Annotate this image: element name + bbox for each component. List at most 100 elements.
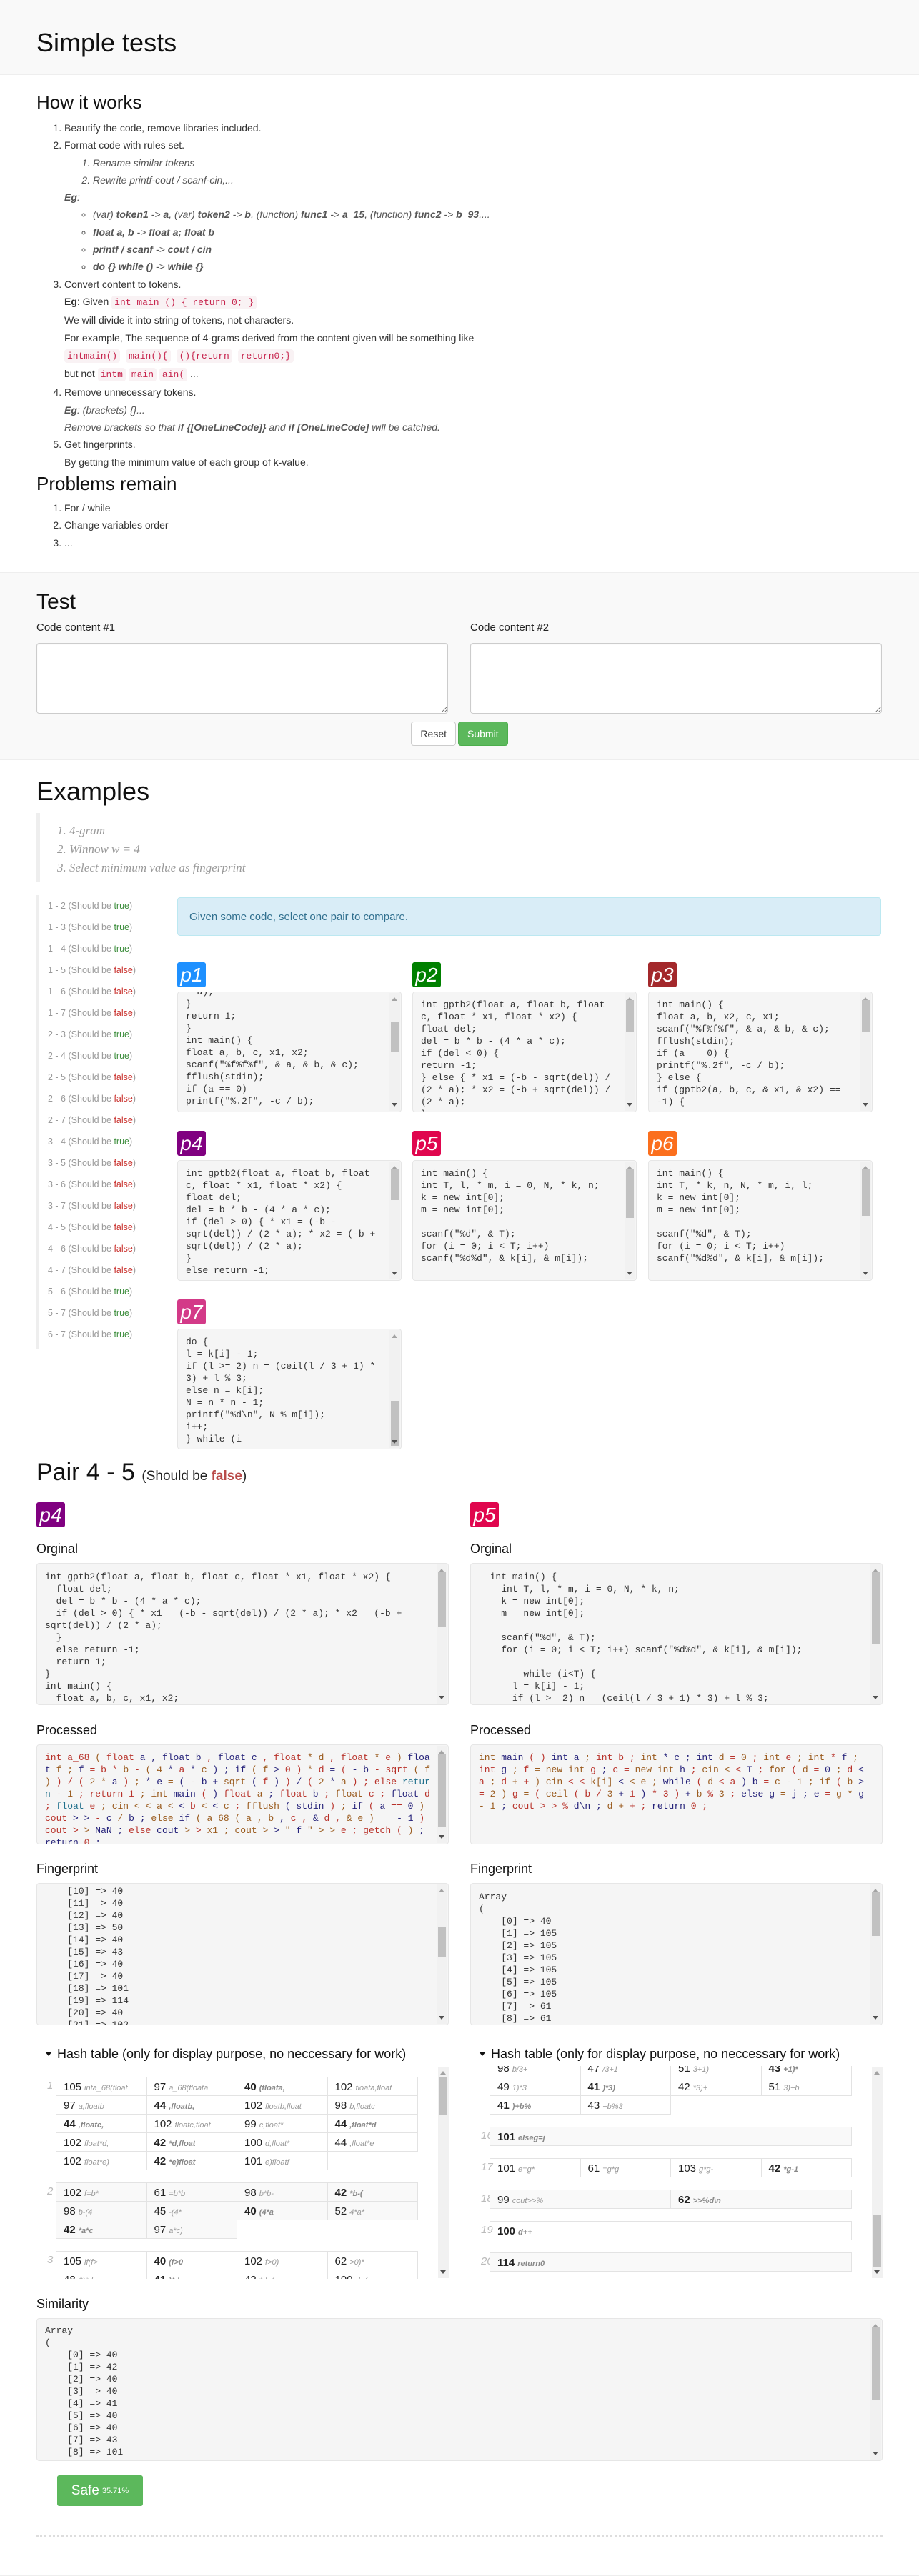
scroll-down-arrow-icon[interactable] <box>874 2270 880 2274</box>
scrollbar[interactable] <box>625 993 635 1111</box>
scrollbar-thumb[interactable] <box>872 2326 880 2400</box>
token: ( <box>835 1777 842 1787</box>
scrollbar-thumb[interactable] <box>872 1571 880 1644</box>
pair-link[interactable]: 1 - 7 (Should be false) <box>39 1002 167 1024</box>
code-content-2-input[interactable] <box>470 643 882 714</box>
scroll-up-arrow-icon[interactable] <box>440 2071 446 2075</box>
scroll-down-arrow-icon[interactable] <box>873 2016 878 2020</box>
snippet-label-p4[interactable]: p4 <box>177 1131 206 1156</box>
scroll-down-arrow-icon[interactable] <box>873 2452 878 2455</box>
scrollbar[interactable] <box>860 1162 871 1279</box>
scrollbar-thumb[interactable] <box>438 1753 446 1827</box>
scroll-up-arrow-icon[interactable] <box>392 1334 397 1338</box>
pair-link[interactable]: 3 - 6 (Should be false) <box>39 1174 167 1195</box>
scroll-down-arrow-icon[interactable] <box>873 1696 878 1699</box>
scroll-up-arrow-icon[interactable] <box>392 997 397 1001</box>
caret-down-icon[interactable] <box>45 2052 52 2056</box>
pair-link[interactable]: 6 - 7 (Should be true) <box>39 1324 167 1345</box>
scroll-down-arrow-icon[interactable] <box>439 2016 444 2020</box>
scrollbar[interactable] <box>438 2067 449 2278</box>
pair-link[interactable]: 4 - 7 (Should be false) <box>39 1259 167 1281</box>
scrollbar-thumb[interactable] <box>872 1891 880 1937</box>
scrollbar[interactable] <box>872 2067 883 2278</box>
scroll-down-arrow-icon[interactable] <box>440 2270 446 2274</box>
scrollbar[interactable] <box>389 1162 400 1279</box>
scrollbar-thumb[interactable] <box>626 999 634 1032</box>
pair-link[interactable]: 2 - 6 (Should be false) <box>39 1088 167 1109</box>
scrollbar-thumb[interactable] <box>626 1168 634 1219</box>
hash-value: 42 <box>768 2162 781 2175</box>
hash-cell-fingerprint: 44 ,floatb, <box>146 2096 237 2115</box>
text-segment: Eg <box>64 295 77 307</box>
token: ( <box>145 1764 151 1775</box>
pair-link[interactable]: 1 - 2 (Should be true) <box>39 895 167 917</box>
pair-link[interactable]: 2 - 7 (Should be false) <box>39 1109 167 1131</box>
scrollbar[interactable] <box>437 1884 447 2024</box>
hash-group: 3105if(f>40(f>0102f>0)62>0)*480)*d41)*d=… <box>36 2251 449 2279</box>
scroll-down-arrow-icon[interactable] <box>627 1272 632 1275</box>
token: ; <box>139 1789 146 1799</box>
scroll-down-arrow-icon[interactable] <box>392 1440 397 1444</box>
scroll-down-arrow-icon[interactable] <box>439 1696 444 1699</box>
scrollbar-thumb[interactable] <box>438 1571 446 1627</box>
scrollbar-thumb[interactable] <box>873 2215 881 2268</box>
pair-link[interactable]: 5 - 6 (Should be true) <box>39 1281 167 1302</box>
scroll-down-arrow-icon[interactable] <box>392 1103 397 1107</box>
pair-link[interactable]: 3 - 7 (Should be false) <box>39 1195 167 1217</box>
scroll-down-arrow-icon[interactable] <box>627 1103 632 1107</box>
submit-button[interactable]: Submit <box>458 722 508 746</box>
scrollbar[interactable] <box>870 1564 881 1704</box>
snippet-label-p6[interactable]: p6 <box>648 1131 677 1156</box>
code-content-1-input[interactable] <box>36 643 448 714</box>
gram-text: 3)+b <box>783 2084 800 2092</box>
snippet-label-p1[interactable]: p1 <box>177 962 206 987</box>
scrollbar-thumb[interactable] <box>862 1168 870 1216</box>
pair-link[interactable]: 1 - 3 (Should be true) <box>39 917 167 938</box>
pair-link[interactable]: 1 - 6 (Should be false) <box>39 981 167 1002</box>
token: " <box>284 1825 291 1836</box>
scrollbar-thumb[interactable] <box>391 1022 399 1052</box>
scrollbar[interactable] <box>437 1746 447 1843</box>
scroll-up-arrow-icon[interactable] <box>874 2071 880 2075</box>
pair-link[interactable]: 4 - 5 (Should be false) <box>39 1217 167 1238</box>
pair-link[interactable]: 2 - 5 (Should be false) <box>39 1067 167 1088</box>
scrollbar[interactable] <box>870 2320 881 2460</box>
hash-table-toggle[interactable]: Hash table (only for display purpose, no… <box>470 2046 883 2062</box>
scrollbar[interactable] <box>625 1162 635 1279</box>
pair-link[interactable]: 5 - 7 (Should be true) <box>39 1302 167 1324</box>
pair-link[interactable]: 4 - 6 (Should be false) <box>39 1238 167 1259</box>
scroll-down-arrow-icon[interactable] <box>439 1835 444 1839</box>
pair-name: 2 - 3 <box>48 1029 66 1039</box>
scroll-down-arrow-icon[interactable] <box>863 1272 868 1275</box>
scrollbar[interactable] <box>389 1330 400 1448</box>
scroll-down-arrow-icon[interactable] <box>392 1272 397 1275</box>
scrollbar-thumb[interactable] <box>391 1168 399 1201</box>
reset-button[interactable]: Reset <box>411 722 456 746</box>
scroll-down-arrow-icon[interactable] <box>863 1103 868 1107</box>
caret-down-icon[interactable] <box>479 2052 486 2056</box>
pair-link[interactable]: 2 - 3 (Should be true) <box>39 1024 167 1045</box>
snippet-label-p2[interactable]: p2 <box>412 962 441 987</box>
scrollbar-thumb[interactable] <box>439 2077 447 2116</box>
token: for <box>769 1764 786 1775</box>
snippet-label-p3[interactable]: p3 <box>648 962 677 987</box>
scrollbar-thumb[interactable] <box>391 1401 399 1446</box>
scrollbar[interactable] <box>389 993 400 1111</box>
expectation-prefix: (Should be <box>68 1158 111 1168</box>
pair-link[interactable]: 1 - 4 (Should be true) <box>39 938 167 959</box>
snippet-label-p7[interactable]: p7 <box>177 1299 206 1324</box>
pair-link[interactable]: 1 - 5 (Should be false) <box>39 959 167 981</box>
pair-link[interactable]: 3 - 5 (Should be false) <box>39 1152 167 1174</box>
example: (var) token1 -> a, (var) token2 -> b, (f… <box>93 206 880 223</box>
scroll-up-arrow-icon[interactable] <box>439 1889 444 1892</box>
scrollbar-thumb[interactable] <box>862 999 870 1032</box>
pair-link[interactable]: 3 - 4 (Should be true) <box>39 1131 167 1152</box>
snippet-label-p5[interactable]: p5 <box>412 1131 441 1156</box>
scrollbar[interactable] <box>860 993 871 1111</box>
pair-link[interactable]: 2 - 4 (Should be true) <box>39 1045 167 1067</box>
scrollbar[interactable] <box>437 1564 447 1704</box>
hash-table-toggle[interactable]: Hash table (only for display purpose, no… <box>36 2046 449 2062</box>
scrollbar-thumb[interactable] <box>438 1926 446 1957</box>
test-section: Test Code content #1 Code content #2 Res… <box>0 572 919 760</box>
scrollbar[interactable] <box>870 1884 881 2024</box>
